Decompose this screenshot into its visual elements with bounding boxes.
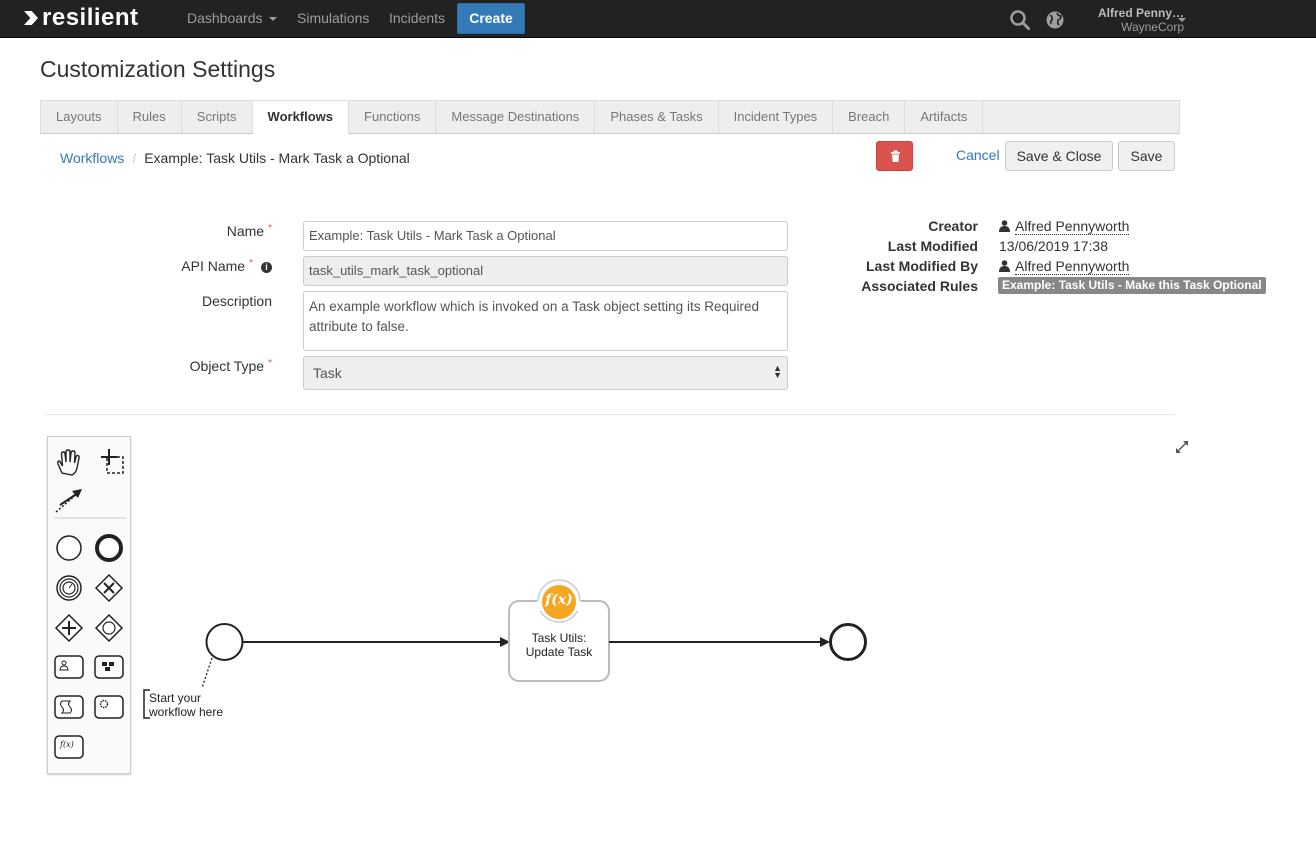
page-title: Customization Settings <box>40 56 276 82</box>
tab-artifacts[interactable]: Artifacts <box>905 101 984 133</box>
lasso-tool-icon[interactable] <box>101 449 124 474</box>
last-modified-label: Last Modified <box>887 238 978 254</box>
timer-event-icon[interactable] <box>56 575 82 601</box>
task-label: Task Utils: Update Task <box>525 631 593 659</box>
info-icon[interactable]: i <box>261 261 272 273</box>
user-menu[interactable]: Alfred Penny… WayneCorp <box>1074 6 1184 34</box>
service-task-icon[interactable] <box>94 695 124 719</box>
user-task-icon[interactable] <box>54 655 84 679</box>
search-icon[interactable] <box>1009 9 1031 31</box>
cancel-link[interactable]: Cancel <box>956 147 1000 163</box>
description-field[interactable]: An example workflow which is invoked on … <box>303 291 788 351</box>
required-marker: * <box>268 223 272 234</box>
script-task-icon[interactable] <box>54 695 84 719</box>
object-type-value: Task <box>313 365 342 381</box>
function-badge-label: f(x) <box>545 592 573 608</box>
select-arrows-icon: ▲ ▼ <box>773 363 782 380</box>
required-marker: * <box>268 358 272 369</box>
trash-icon <box>891 150 900 162</box>
nav-simulations[interactable]: Simulations <box>297 0 369 38</box>
event-gateway-icon[interactable] <box>94 613 124 643</box>
tab-workflows[interactable]: Workflows <box>252 101 350 134</box>
bpmn-palette: f(x) <box>47 436 131 774</box>
api-name-field: task_utils_mark_task_optional <box>303 256 788 286</box>
tab-scripts[interactable]: Scripts <box>181 101 253 133</box>
tab-rules[interactable]: Rules <box>117 101 182 133</box>
tab-message-destinations[interactable]: Message Destinations <box>436 101 596 133</box>
last-modified-by-label: Last Modified By <box>865 258 978 274</box>
brand-logo[interactable]: resilient <box>24 4 139 31</box>
start-annotation-text: Start your workflow here <box>149 691 224 719</box>
creator-label: Creator <box>928 218 978 234</box>
api-name-label: API Name * i <box>72 258 272 274</box>
tab-breach[interactable]: Breach <box>833 101 906 133</box>
end-event[interactable] <box>829 623 867 661</box>
name-label: Name * <box>226 223 272 239</box>
user-name: Alfred Penny… <box>1097 6 1184 20</box>
required-marker: * <box>249 258 253 269</box>
globe-icon[interactable] <box>1044 9 1066 31</box>
org-name: WayneCorp <box>1121 20 1184 34</box>
object-type-select[interactable]: Task ▲ ▼ <box>303 356 788 390</box>
end-event-icon[interactable] <box>95 534 123 562</box>
nav-dashboards[interactable]: Dashboards <box>187 0 277 38</box>
tab-layouts[interactable]: Layouts <box>41 101 118 133</box>
tab-incident-types[interactable]: Incident Types <box>718 101 834 133</box>
user-icon <box>999 260 1010 272</box>
object-type-label: Object Type * <box>189 358 272 374</box>
brand-name: resilient <box>42 4 139 31</box>
delete-button[interactable] <box>876 141 913 171</box>
parallel-gateway-icon[interactable] <box>54 613 84 643</box>
breadcrumb: Workflows / Example: Task Utils - Mark Tas… <box>60 150 410 166</box>
exclusive-gateway-icon[interactable] <box>94 573 124 603</box>
creator-value[interactable]: Alfred Pennyworth <box>999 218 1130 235</box>
workflow-canvas[interactable]: f(x) Task Utils: Update Task Start your … <box>140 430 1200 830</box>
save-button[interactable]: Save <box>1118 141 1175 171</box>
sequence-flow[interactable] <box>609 637 830 647</box>
function-task-icon[interactable]: f(x) <box>54 735 84 759</box>
last-modified-value: 13/06/2019 17:38 <box>999 238 1108 254</box>
sequence-flow[interactable] <box>243 637 510 647</box>
breadcrumb-workflows-link[interactable]: Workflows <box>60 150 124 166</box>
svg-text:f(x): f(x) <box>59 740 74 749</box>
start-event[interactable] <box>205 623 244 661</box>
chevron-down-icon <box>268 17 277 22</box>
save-close-button[interactable]: Save & Close <box>1005 141 1113 171</box>
subprocess-icon[interactable] <box>94 655 124 679</box>
last-modified-by-value[interactable]: Alfred Pennyworth <box>999 258 1130 275</box>
brand-mark-icon <box>24 11 38 25</box>
settings-tabs: Layouts Rules Scripts Workflows Function… <box>40 100 1180 134</box>
breadcrumb-separator: / <box>132 150 137 166</box>
connect-tool-icon[interactable] <box>55 489 82 513</box>
create-button[interactable]: Create <box>457 3 525 34</box>
section-divider <box>45 414 1175 415</box>
user-menu-chevron-icon[interactable] <box>1178 18 1186 22</box>
name-field[interactable]: Example: Task Utils - Mark Task a Option… <box>303 221 788 251</box>
hand-tool-icon[interactable] <box>57 449 80 476</box>
top-navbar: resilient Dashboards Simulations Inciden… <box>0 0 1316 38</box>
user-icon <box>999 220 1010 232</box>
associated-rules-label: Associated Rules <box>861 278 978 294</box>
description-label: Description <box>201 293 272 309</box>
start-event-icon[interactable] <box>56 535 82 561</box>
associated-rule-badge[interactable]: Example: Task Utils - Make this Task Opt… <box>998 277 1266 294</box>
tab-functions[interactable]: Functions <box>349 101 437 133</box>
breadcrumb-current: Example: Task Utils - Mark Task a Option… <box>144 150 410 166</box>
tab-phases-tasks[interactable]: Phases & Tasks <box>595 101 719 133</box>
nav-incidents[interactable]: Incidents <box>389 0 445 38</box>
